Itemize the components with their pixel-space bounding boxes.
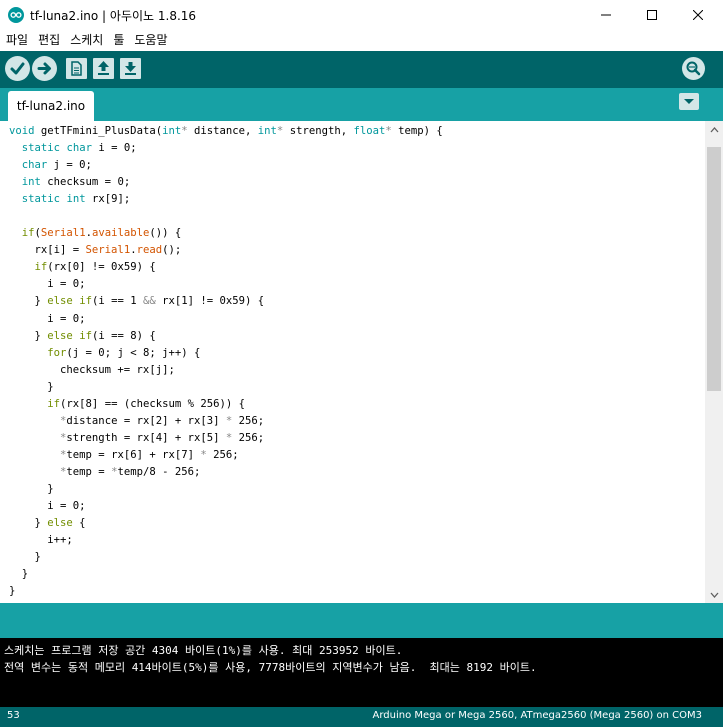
code-line[interactable]: *temp = rx[6] + rx[7] * 256; — [9, 447, 443, 464]
console-output: 스케치는 프로그램 저장 공간 4304 바이트(1%)를 사용. 최대 253… — [0, 638, 723, 707]
tab-bar: tf-luna2.ino — [0, 88, 723, 121]
code-line[interactable]: } — [9, 481, 443, 498]
code-line[interactable]: void getTFmini_PlusData(int* distance, i… — [9, 123, 443, 140]
console-line: 전역 변수는 동적 메모리 414바이트(5%)를 사용, 7778바이트의 지… — [4, 661, 537, 674]
verify-icon — [10, 62, 25, 75]
tab-tf-luna2[interactable]: tf-luna2.ino — [8, 91, 94, 121]
menu-tools[interactable]: 툴 — [109, 30, 128, 51]
code-line[interactable]: i = 0; — [9, 311, 443, 328]
scroll-down-arrow-icon[interactable] — [705, 586, 723, 603]
arduino-logo-icon — [8, 7, 24, 23]
serial-monitor-icon — [686, 61, 701, 76]
code-line[interactable]: *temp = *temp/8 - 256; — [9, 464, 443, 481]
save-button[interactable] — [120, 58, 141, 79]
window-title: tf-luna2.ino | 아두이노 1.8.16 — [30, 9, 197, 23]
code-text[interactable]: void getTFmini_PlusData(int* distance, i… — [9, 123, 443, 600]
menu-bar: 파일 편집 스케치 툴 도움말 — [0, 30, 723, 51]
code-line[interactable]: } — [9, 566, 443, 583]
code-line[interactable]: i = 0; — [9, 276, 443, 293]
code-line[interactable]: rx[i] = Serial1.read(); — [9, 242, 443, 259]
code-line[interactable]: } else if(i == 8) { — [9, 328, 443, 345]
save-icon — [125, 62, 136, 75]
code-line[interactable]: if(Serial1.available()) { — [9, 225, 443, 242]
scrollbar-thumb[interactable] — [707, 147, 721, 391]
code-line[interactable]: } — [9, 379, 443, 396]
code-line[interactable]: } — [9, 549, 443, 566]
code-line[interactable]: i = 0; — [9, 498, 443, 515]
menu-help[interactable]: 도움말 — [130, 30, 171, 51]
editor-scrollbar[interactable] — [705, 121, 723, 603]
code-line[interactable]: ​ — [9, 208, 443, 225]
toolbar — [0, 51, 723, 88]
new-button[interactable] — [66, 58, 87, 79]
verify-button[interactable] — [5, 56, 30, 81]
menu-sketch[interactable]: 스케치 — [66, 30, 107, 51]
close-button[interactable] — [675, 0, 721, 30]
code-line[interactable]: static char i = 0; — [9, 140, 443, 157]
code-line[interactable]: i++; — [9, 532, 443, 549]
code-editor[interactable]: void getTFmini_PlusData(int* distance, i… — [0, 121, 705, 603]
code-line[interactable]: if(rx[8] == (checksum % 256)) { — [9, 396, 443, 413]
code-line[interactable]: if(rx[0] != 0x59) { — [9, 259, 443, 276]
minimize-button[interactable] — [583, 0, 629, 30]
console-line: 스케치는 프로그램 저장 공간 4304 바이트(1%)를 사용. 최대 253… — [4, 644, 403, 657]
code-line[interactable]: *distance = rx[2] + rx[3] * 256; — [9, 413, 443, 430]
tab-menu-button[interactable] — [679, 93, 699, 110]
code-line[interactable]: } else { — [9, 515, 443, 532]
new-icon — [71, 61, 82, 76]
open-icon — [98, 61, 109, 75]
title-bar: tf-luna2.ino | 아두이노 1.8.16 — [0, 0, 723, 30]
upload-icon — [37, 62, 51, 75]
maximize-button[interactable] — [629, 0, 675, 30]
code-line[interactable]: *strength = rx[4] + rx[5] * 256; — [9, 430, 443, 447]
chevron-down-icon — [684, 99, 694, 104]
upload-button[interactable] — [32, 56, 57, 81]
line-number: 53 — [7, 710, 20, 721]
code-line[interactable]: } else if(i == 1 && rx[1] != 0x59) { — [9, 293, 443, 310]
code-line[interactable]: char j = 0; — [9, 157, 443, 174]
code-line[interactable]: int checksum = 0; — [9, 174, 443, 191]
board-info: Arduino Mega or Mega 2560, ATmega2560 (M… — [372, 710, 702, 721]
code-line[interactable]: } — [9, 583, 443, 600]
status-bar: 53 Arduino Mega or Mega 2560, ATmega2560… — [0, 707, 723, 727]
open-button[interactable] — [93, 58, 114, 79]
serial-monitor-button[interactable] — [682, 57, 705, 80]
scroll-up-arrow-icon[interactable] — [705, 121, 723, 138]
menu-edit[interactable]: 편집 — [34, 30, 64, 51]
code-line[interactable]: for(j = 0; j < 8; j++) { — [9, 345, 443, 362]
message-area — [0, 603, 723, 638]
menu-file[interactable]: 파일 — [2, 30, 32, 51]
code-line[interactable]: static int rx[9]; — [9, 191, 443, 208]
code-line[interactable]: checksum += rx[j]; — [9, 362, 443, 379]
